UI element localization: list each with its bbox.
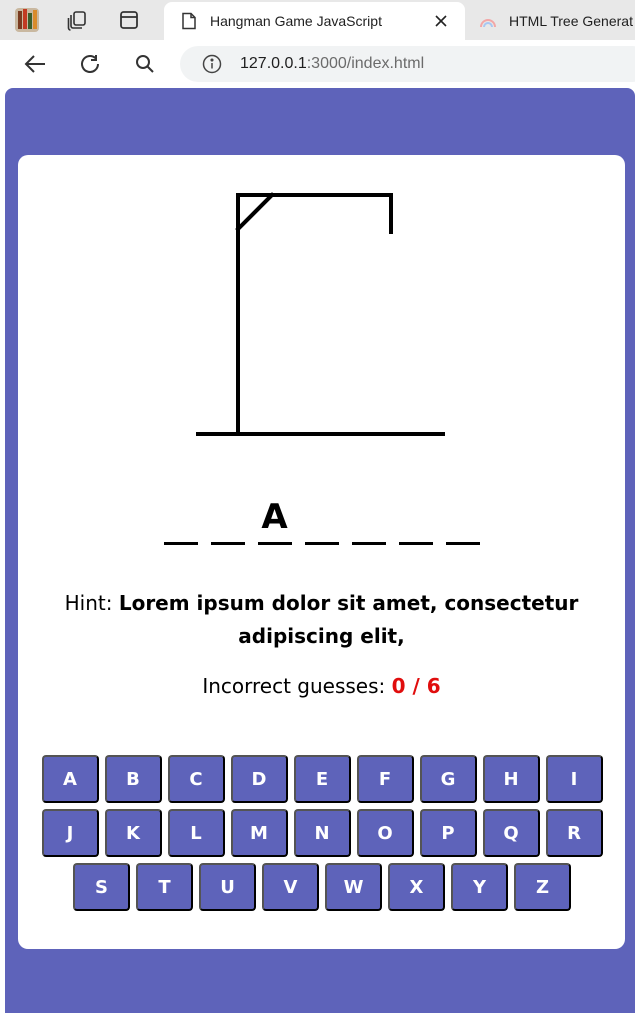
key-c[interactable]: C (167, 755, 225, 803)
letter-slot: A (257, 489, 292, 545)
key-o[interactable]: O (356, 809, 414, 857)
key-w[interactable]: W (325, 863, 382, 911)
key-z[interactable]: Z (514, 863, 571, 911)
key-f[interactable]: F (356, 755, 414, 803)
tab-actions-icon[interactable] (114, 6, 144, 34)
hint-label: Hint: (64, 591, 113, 615)
key-u[interactable]: U (199, 863, 256, 911)
key-h[interactable]: H (482, 755, 540, 803)
letter-slot (351, 489, 386, 545)
url-path: :3000/index.html (306, 55, 425, 72)
back-icon[interactable] (20, 50, 50, 78)
key-g[interactable]: G (419, 755, 477, 803)
keyboard: A B C D E F G H I J K L M N O P Q R S T … (39, 755, 605, 917)
tab-bar: Hangman Game JavaScript HTML Tree Genera… (0, 0, 635, 40)
search-icon[interactable] (130, 50, 160, 78)
letter-slot (210, 489, 245, 545)
word-display: A (18, 485, 625, 545)
key-t[interactable]: T (136, 863, 193, 911)
key-n[interactable]: N (293, 809, 351, 857)
hint-text: Hint: Lorem ipsum dolor sit amet, consec… (48, 587, 595, 653)
letter-slot (445, 489, 480, 545)
guesses-label: Incorrect guesses: (202, 674, 386, 698)
key-b[interactable]: B (104, 755, 162, 803)
key-q[interactable]: Q (482, 809, 540, 857)
tab-title: Hangman Game JavaScript (210, 13, 382, 29)
key-s[interactable]: S (73, 863, 130, 911)
url-field[interactable]: 127.0.0.1:3000/index.html (180, 46, 635, 82)
workspaces-icon[interactable] (62, 6, 92, 34)
key-y[interactable]: Y (451, 863, 508, 911)
page-favicon-icon (180, 12, 198, 30)
key-j[interactable]: J (41, 809, 99, 857)
close-tab-icon[interactable] (431, 11, 451, 31)
letter-slot (163, 489, 198, 545)
keyboard-row: A B C D E F G H I (39, 755, 605, 803)
tab-title: HTML Tree Generat (509, 13, 633, 29)
site-info-icon[interactable] (202, 54, 222, 74)
guesses-count: 0 / 6 (391, 674, 441, 698)
key-k[interactable]: K (104, 809, 162, 857)
address-bar: 127.0.0.1:3000/index.html (0, 40, 635, 88)
profile-icon[interactable] (12, 6, 42, 34)
letter-slot (304, 489, 339, 545)
key-v[interactable]: V (262, 863, 319, 911)
hangman-gallows (196, 192, 445, 436)
key-d[interactable]: D (230, 755, 288, 803)
guesses-text: Incorrect guesses: 0 / 6 (18, 674, 625, 698)
keyboard-row: J K L M N O P Q R (39, 809, 605, 857)
page-background: A Hint: Lorem ipsum dolor sit amet, cons… (5, 88, 635, 1013)
tab-html-tree[interactable]: HTML Tree Generat (465, 2, 635, 40)
url-host: 127.0.0.1 (240, 55, 307, 72)
key-a[interactable]: A (41, 755, 99, 803)
rainbow-favicon-icon (479, 12, 497, 30)
key-r[interactable]: R (545, 809, 603, 857)
reload-icon[interactable] (75, 50, 105, 78)
hint-value: Lorem ipsum dolor sit amet, consectetur … (118, 591, 579, 648)
key-e[interactable]: E (293, 755, 351, 803)
key-l[interactable]: L (167, 809, 225, 857)
letter-slot (398, 489, 433, 545)
key-i[interactable]: I (545, 755, 603, 803)
tab-hangman[interactable]: Hangman Game JavaScript (164, 2, 465, 40)
keyboard-row: S T U V W X Y Z (39, 863, 605, 911)
key-x[interactable]: X (388, 863, 445, 911)
key-m[interactable]: M (230, 809, 288, 857)
key-p[interactable]: P (419, 809, 477, 857)
game-container: A Hint: Lorem ipsum dolor sit amet, cons… (18, 155, 625, 949)
